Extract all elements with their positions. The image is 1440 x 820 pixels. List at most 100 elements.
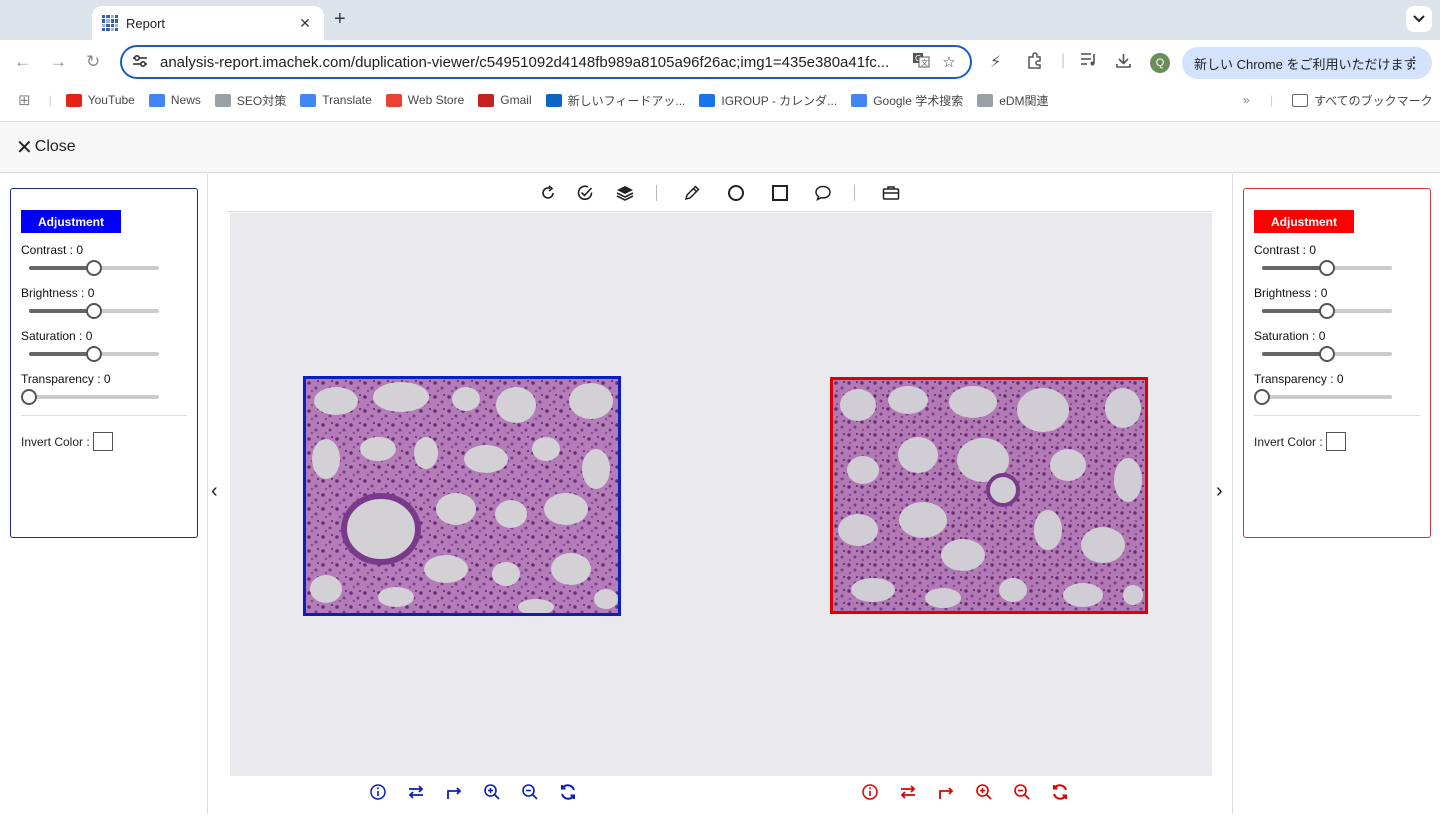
right-adjustment-button[interactable]: Adjustment bbox=[1254, 210, 1354, 233]
right-adjustment-column: Adjustment Contrast : 0 Brightness : 0 S… bbox=[1232, 174, 1440, 814]
right-image[interactable] bbox=[830, 377, 1148, 614]
right-invert-row: Invert Color : bbox=[1254, 432, 1420, 451]
left-saturation-slider[interactable] bbox=[29, 343, 159, 372]
bookmark-star-icon[interactable]: ☆ bbox=[938, 53, 960, 71]
bookmark-icon bbox=[699, 93, 716, 107]
slider-knob[interactable] bbox=[86, 346, 102, 362]
left-transparency-slider[interactable] bbox=[21, 386, 159, 415]
bookmark-item[interactable]: News bbox=[148, 93, 201, 107]
left-invert-checkbox[interactable] bbox=[92, 432, 113, 451]
slider-knob[interactable] bbox=[21, 389, 37, 405]
bookmark-label: YouTube bbox=[87, 93, 135, 107]
right-redo-arrow-icon[interactable] bbox=[935, 781, 957, 803]
right-info-icon[interactable] bbox=[859, 781, 881, 803]
slider-knob[interactable] bbox=[1319, 346, 1335, 362]
right-refresh-icon[interactable] bbox=[1049, 781, 1071, 803]
bookmark-label: Web Store bbox=[407, 93, 465, 107]
bookmark-item[interactable]: SEO対策 bbox=[214, 92, 286, 109]
bookmark-item[interactable]: Translate bbox=[300, 93, 372, 107]
slider-knob[interactable] bbox=[1319, 303, 1335, 319]
comment-icon[interactable] bbox=[812, 182, 834, 204]
right-invert-checkbox[interactable] bbox=[1325, 432, 1346, 451]
square-icon[interactable] bbox=[769, 182, 791, 204]
chrome-menu-icon[interactable]: ⋮ bbox=[1406, 53, 1422, 73]
bookmark-item[interactable]: Web Store bbox=[385, 93, 465, 107]
close-label: Close bbox=[34, 138, 76, 155]
site-settings-icon[interactable] bbox=[132, 54, 148, 71]
bookmark-item[interactable]: IGROUP - カレンダ... bbox=[699, 92, 837, 109]
rotate-icon[interactable] bbox=[537, 182, 559, 204]
chrome-update-button[interactable]: 新しい Chrome をご利用いただけます ⋮ bbox=[1182, 47, 1432, 79]
bookmark-label: IGROUP - カレンダ... bbox=[721, 93, 838, 108]
left-adjustment-button[interactable]: Adjustment bbox=[21, 210, 121, 233]
new-tab-icon[interactable]: + bbox=[334, 8, 346, 31]
previous-arrow-icon[interactable]: ‹ bbox=[211, 480, 218, 503]
left-invert-row: Invert Color : bbox=[21, 432, 187, 451]
right-brightness-slider[interactable] bbox=[1262, 300, 1392, 329]
right-saturation-slider[interactable] bbox=[1262, 343, 1392, 372]
left-redo-arrow-icon[interactable] bbox=[443, 781, 465, 803]
briefcase-icon[interactable] bbox=[880, 182, 902, 204]
bookmark-icon bbox=[214, 93, 231, 107]
slider-knob[interactable] bbox=[1319, 260, 1335, 276]
right-transparency-label: Transparency : 0 bbox=[1254, 372, 1344, 386]
bookmark-item[interactable]: 新しいフィードアッ... bbox=[545, 92, 685, 109]
circle-icon[interactable] bbox=[725, 182, 747, 204]
bookmark-icon bbox=[478, 93, 495, 107]
right-zoom-out-icon[interactable] bbox=[1011, 781, 1033, 803]
back-icon[interactable]: ← bbox=[14, 52, 31, 72]
toolbar-separator bbox=[656, 185, 657, 201]
right-contrast-slider[interactable] bbox=[1262, 257, 1392, 286]
viewer-header: ✕ Close bbox=[0, 121, 1440, 173]
tab-search-chevron-icon[interactable] bbox=[1406, 6, 1432, 32]
bookmark-divider: | bbox=[48, 93, 52, 107]
slider-knob[interactable] bbox=[1254, 389, 1270, 405]
left-zoom-in-icon[interactable] bbox=[481, 781, 503, 803]
check-circle-icon[interactable] bbox=[574, 182, 596, 204]
close-tab-icon[interactable]: ✕ bbox=[296, 15, 314, 32]
bookmark-item[interactable]: YouTube bbox=[65, 93, 135, 107]
slider-knob[interactable] bbox=[86, 303, 102, 319]
right-contrast-label: Contrast : 0 bbox=[1254, 243, 1317, 257]
slider-knob[interactable] bbox=[86, 260, 102, 276]
right-swap-icon[interactable] bbox=[897, 781, 919, 803]
profile-avatar[interactable]: Q bbox=[1150, 53, 1170, 73]
address-bar[interactable]: analysis-report.imachek.com/duplication-… bbox=[120, 45, 972, 79]
translate-icon[interactable]: G文 bbox=[910, 52, 932, 72]
tab-report[interactable]: Report ✕ bbox=[92, 6, 324, 40]
folder-icon bbox=[1292, 93, 1308, 107]
left-zoom-out-icon[interactable] bbox=[519, 781, 541, 803]
close-button[interactable]: ✕ Close bbox=[16, 135, 76, 160]
layers-icon[interactable] bbox=[614, 182, 636, 204]
annotation-toolbar bbox=[228, 174, 1212, 212]
extensions-puzzle-icon[interactable] bbox=[1026, 52, 1043, 74]
left-swap-icon[interactable] bbox=[405, 781, 427, 803]
bookmark-divider-right: | bbox=[1270, 93, 1274, 107]
extension-bolt-icon[interactable]: ⚡ bbox=[990, 52, 1001, 72]
left-brightness-slider[interactable] bbox=[29, 300, 159, 329]
left-contrast-label: Contrast : 0 bbox=[21, 243, 84, 257]
bookmark-item[interactable]: Google 学术搜索 bbox=[851, 92, 963, 109]
next-arrow-icon[interactable]: › bbox=[1216, 480, 1223, 503]
more-bookmarks-icon[interactable]: » bbox=[1243, 93, 1250, 107]
apps-grid-icon[interactable]: ⊞ bbox=[18, 91, 31, 109]
media-queue-icon[interactable] bbox=[1080, 52, 1098, 71]
bookmark-item[interactable]: Gmail bbox=[478, 93, 532, 107]
pencil-icon[interactable] bbox=[681, 182, 703, 204]
right-transparency-slider[interactable] bbox=[1254, 386, 1392, 415]
left-image[interactable] bbox=[303, 376, 621, 616]
left-saturation-label: Saturation : 0 bbox=[21, 329, 93, 343]
left-contrast-slider[interactable] bbox=[29, 257, 159, 286]
left-refresh-icon[interactable] bbox=[557, 781, 579, 803]
download-icon[interactable] bbox=[1115, 52, 1132, 74]
right-zoom-in-icon[interactable] bbox=[973, 781, 995, 803]
svg-text:文: 文 bbox=[921, 58, 928, 67]
all-bookmarks-folder[interactable]: すべてのブックマーク bbox=[1292, 92, 1433, 109]
toolbar-divider: | bbox=[1061, 52, 1066, 69]
bookmark-item[interactable]: eDM関連 bbox=[977, 92, 1049, 109]
all-bookmarks-label: すべてのブックマーク bbox=[1314, 93, 1433, 108]
bookmark-icon bbox=[977, 93, 994, 107]
left-info-icon[interactable] bbox=[367, 781, 389, 803]
reload-icon[interactable]: ↻ bbox=[86, 52, 100, 72]
forward-icon[interactable]: → bbox=[50, 52, 67, 72]
